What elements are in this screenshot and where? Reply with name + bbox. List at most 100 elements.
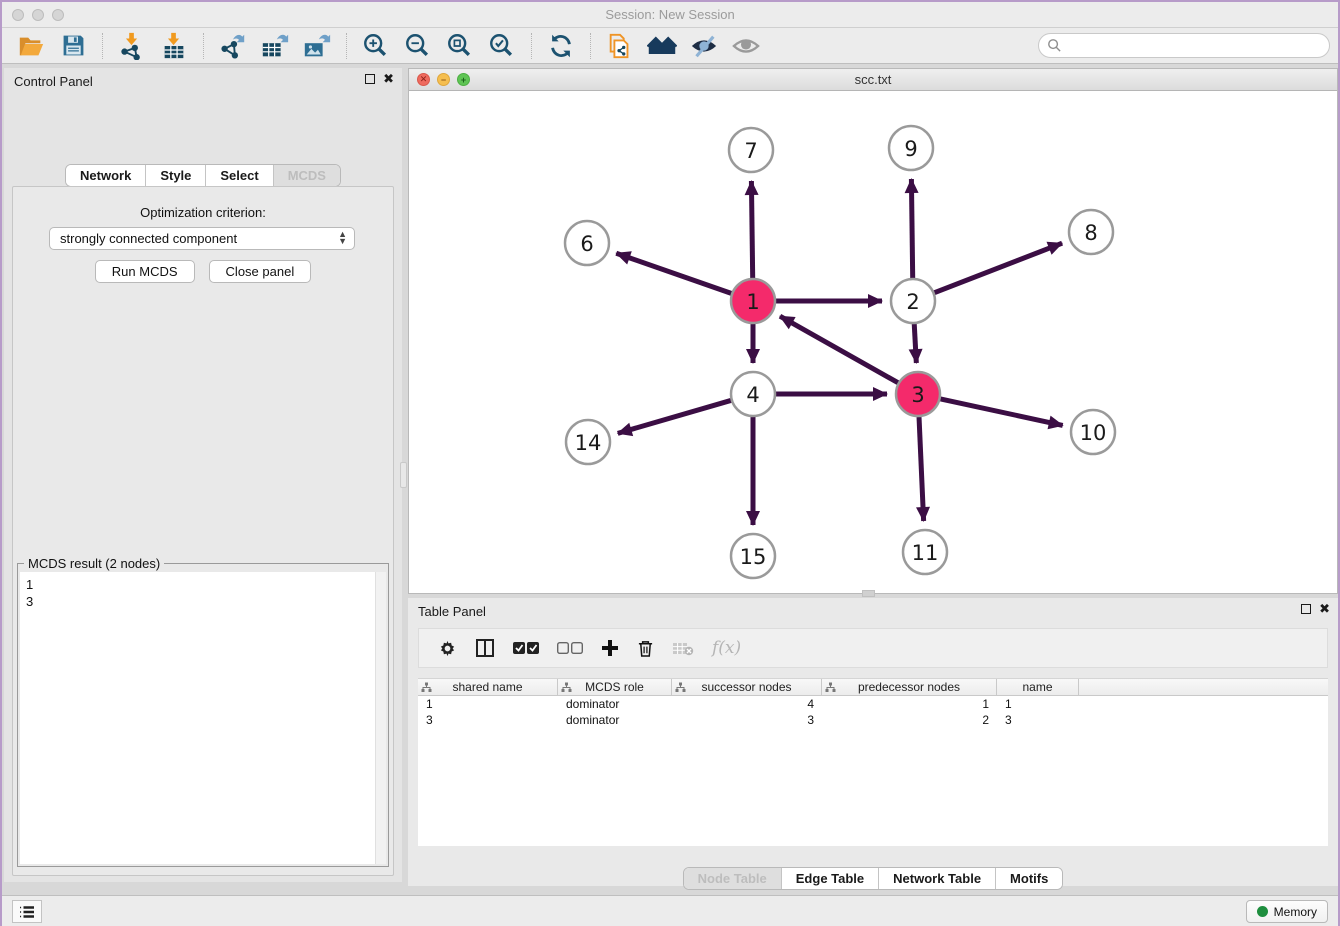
toolbar-separator xyxy=(531,33,532,59)
import-network-icon[interactable] xyxy=(117,31,147,61)
dropdown-value: strongly connected component xyxy=(60,231,237,246)
tab-motifs[interactable]: Motifs xyxy=(995,868,1062,889)
network-window-title: scc.txt xyxy=(409,72,1337,87)
table-cell[interactable]: 1 xyxy=(822,696,997,712)
optimization-criterion-dropdown[interactable]: strongly connected component ▲▼ xyxy=(49,227,355,250)
edge-2-8[interactable] xyxy=(934,243,1062,292)
column-header-shared-name[interactable]: shared name xyxy=(418,679,558,695)
open-session-icon[interactable] xyxy=(16,31,46,61)
mcds-result-scrollbar[interactable] xyxy=(375,572,386,864)
node-label-14: 14 xyxy=(575,431,602,455)
node-label-4: 4 xyxy=(746,383,759,407)
table-panel-header: Table Panel ✖ xyxy=(408,598,1338,624)
dropdown-stepper-icon: ▲▼ xyxy=(338,231,347,245)
control-panel-header: Control Panel ✖ xyxy=(4,68,402,94)
column-type-icon xyxy=(825,682,836,693)
mcds-result-group: MCDS result (2 nodes) 13 xyxy=(17,563,389,867)
application-window: Session: New Session xyxy=(0,0,1340,926)
close-panel-button[interactable]: Close panel xyxy=(209,260,312,283)
tab-edge-table[interactable]: Edge Table xyxy=(781,868,878,889)
run-mcds-button[interactable]: Run MCDS xyxy=(95,260,195,283)
tab-style[interactable]: Style xyxy=(145,165,205,186)
network-window-titlebar[interactable]: ✕ − + scc.txt xyxy=(409,69,1337,91)
table-header-row: shared name MCDS role successor nodesprede… xyxy=(418,678,1328,696)
edge-1-6[interactable] xyxy=(616,253,731,293)
select-all-icon[interactable] xyxy=(513,641,539,655)
column-header-successor-nodes[interactable]: successor nodes xyxy=(672,679,822,695)
table-cell[interactable]: 4 xyxy=(672,696,822,712)
home-icon[interactable] xyxy=(647,31,677,61)
column-header-mcds-role[interactable]: MCDS role xyxy=(558,679,672,695)
hide-graphics-details-icon[interactable] xyxy=(689,31,719,61)
table-tabs: Node TableEdge TableNetwork TableMotifs xyxy=(683,867,1064,890)
node-label-7: 7 xyxy=(744,139,757,163)
mcds-result-title: MCDS result (2 nodes) xyxy=(24,556,164,571)
show-columns-icon[interactable] xyxy=(475,638,495,658)
tab-network[interactable]: Network xyxy=(66,165,145,186)
toolbar-separator xyxy=(346,33,347,59)
table-row[interactable]: 3dominator323 xyxy=(418,712,1328,728)
delete-row-icon[interactable] xyxy=(637,639,654,658)
tab-select[interactable]: Select xyxy=(205,165,272,186)
column-header-predecessor-nodes[interactable]: predecessor nodes xyxy=(822,679,997,695)
search-input[interactable] xyxy=(1038,33,1330,58)
refresh-layout-icon[interactable] xyxy=(546,31,576,61)
task-history-button[interactable] xyxy=(12,900,42,923)
table-cell[interactable]: 3 xyxy=(997,712,1079,728)
panel-splitter-handle[interactable] xyxy=(400,462,407,488)
memory-label: Memory xyxy=(1274,905,1317,919)
table-cell[interactable]: 1 xyxy=(997,696,1079,712)
deselect-all-icon[interactable] xyxy=(557,641,583,655)
close-panel-icon[interactable]: ✖ xyxy=(383,73,394,85)
show-graphics-details-icon[interactable] xyxy=(731,31,761,61)
mcds-result-line: 1 xyxy=(26,576,369,593)
export-table-icon[interactable] xyxy=(260,31,290,61)
network-canvas[interactable]: 7968124314101511 xyxy=(409,91,1337,593)
edge-3-11[interactable] xyxy=(919,417,924,521)
edge-1-7[interactable] xyxy=(751,181,752,278)
table-cell[interactable]: 2 xyxy=(822,712,997,728)
table-cell[interactable]: dominator xyxy=(558,696,672,712)
tab-node-table[interactable]: Node Table xyxy=(684,868,781,889)
export-network-icon[interactable] xyxy=(218,31,248,61)
float-panel-icon[interactable] xyxy=(365,74,375,84)
edge-3-10[interactable] xyxy=(940,399,1062,426)
network-canvas-svg: 7968124314101511 xyxy=(409,91,1337,593)
table-toolbar: f(x) xyxy=(418,628,1328,668)
tab-network-table[interactable]: Network Table xyxy=(878,868,995,889)
node-label-1: 1 xyxy=(746,290,759,314)
zoom-fit-icon[interactable] xyxy=(445,31,475,61)
export-image-icon[interactable] xyxy=(302,31,332,61)
list-icon xyxy=(19,905,35,919)
edge-2-9[interactable] xyxy=(911,179,912,278)
edge-4-14[interactable] xyxy=(618,400,731,433)
table-row[interactable]: 1dominator411 xyxy=(418,696,1328,712)
network-resize-handle[interactable] xyxy=(862,590,875,597)
close-table-panel-icon[interactable]: ✖ xyxy=(1319,603,1330,615)
zoom-out-icon[interactable] xyxy=(403,31,433,61)
import-table-icon[interactable] xyxy=(159,31,189,61)
column-header-name[interactable]: name xyxy=(997,679,1079,695)
zoom-selected-icon[interactable] xyxy=(487,31,517,61)
table-cell[interactable]: 1 xyxy=(418,696,558,712)
copy-current-style-icon[interactable] xyxy=(605,31,635,61)
table-cell[interactable]: dominator xyxy=(558,712,672,728)
column-header-label: MCDS role xyxy=(585,680,644,694)
tab-mcds[interactable]: MCDS xyxy=(273,165,340,186)
memory-status-dot xyxy=(1257,906,1268,917)
node-label-10: 10 xyxy=(1080,421,1107,445)
memory-button[interactable]: Memory xyxy=(1246,900,1328,923)
save-session-icon[interactable] xyxy=(58,31,88,61)
edge-3-1[interactable] xyxy=(780,316,898,382)
float-table-panel-icon[interactable] xyxy=(1301,604,1311,614)
add-row-icon[interactable] xyxy=(601,639,619,657)
mcds-result-line: 3 xyxy=(26,593,369,610)
table-cell[interactable]: 3 xyxy=(672,712,822,728)
zoom-in-icon[interactable] xyxy=(361,31,391,61)
network-view-window: ✕ − + scc.txt 7968124314101511 xyxy=(408,68,1338,594)
edge-2-3[interactable] xyxy=(914,324,916,363)
table-settings-icon[interactable] xyxy=(438,639,457,658)
node-label-3: 3 xyxy=(911,383,924,407)
mcds-result-list[interactable]: 13 xyxy=(20,572,375,864)
table-cell[interactable]: 3 xyxy=(418,712,558,728)
